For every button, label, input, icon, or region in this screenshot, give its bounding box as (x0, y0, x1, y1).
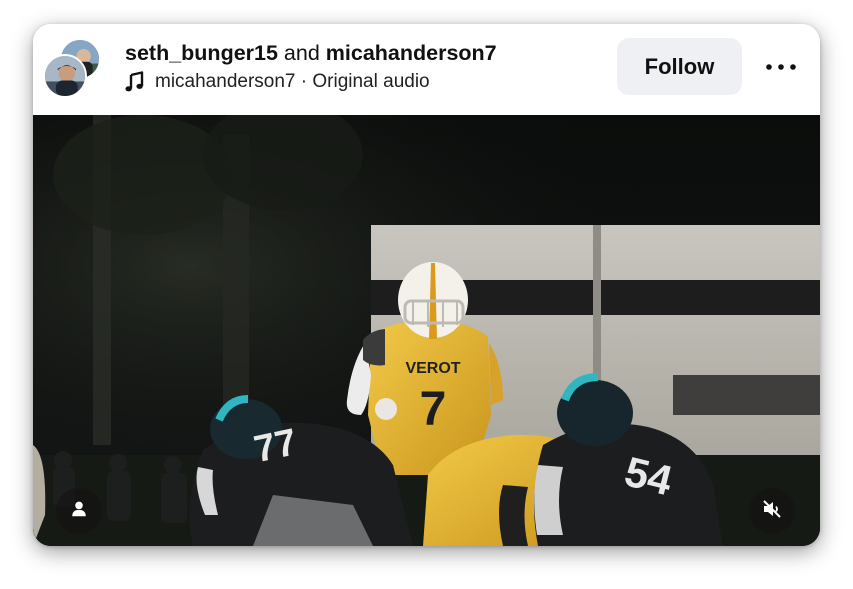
reel-card: seth_bunger15 and micahanderson7 micahan… (33, 24, 820, 546)
more-options-icon[interactable] (761, 54, 801, 80)
qb-team-text: VEROT (405, 360, 460, 377)
video-player[interactable]: VEROT 7 77 54 (33, 115, 820, 546)
speaker-muted-icon (761, 498, 783, 525)
audio-label[interactable]: Original audio (312, 69, 429, 95)
mute-toggle-button[interactable] (749, 488, 795, 534)
post-header: seth_bunger15 and micahanderson7 micahan… (33, 24, 820, 115)
music-note-icon (125, 71, 145, 93)
post-titles: seth_bunger15 and micahanderson7 micahan… (125, 39, 497, 95)
audio-separator: · (295, 71, 313, 92)
author-micahanderson7[interactable]: micahanderson7 (326, 41, 497, 65)
user-tag-icon (70, 500, 88, 523)
video-frame: VEROT 7 77 54 (33, 115, 820, 546)
avatar-seth-bunger15[interactable] (43, 54, 87, 98)
author-seth-bunger15[interactable]: seth_bunger15 (125, 41, 278, 65)
title-connector: and (277, 41, 326, 65)
collab-title: seth_bunger15 and micahanderson7 (125, 39, 497, 67)
audio-owner[interactable]: micahanderson7 (155, 69, 295, 95)
audio-line[interactable]: micahanderson7 · Original audio (125, 69, 497, 95)
tagged-users-button[interactable] (56, 488, 102, 534)
follow-button[interactable]: Follow (617, 38, 742, 95)
lineman-left-number: 77 (250, 421, 300, 471)
collab-avatars[interactable] (43, 38, 103, 98)
qb-number-text: 7 (420, 383, 447, 436)
